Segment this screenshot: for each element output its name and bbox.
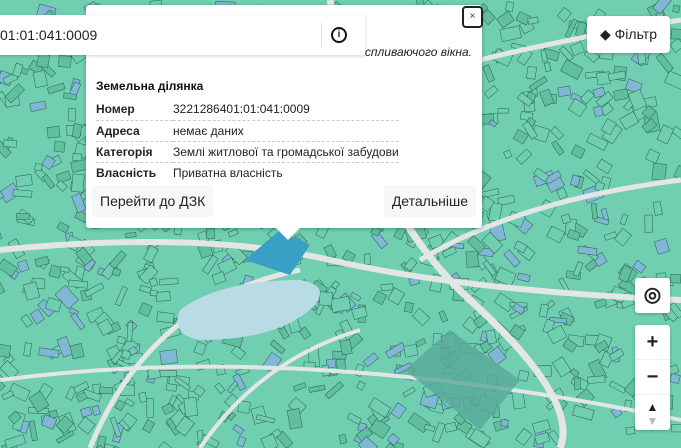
parcel	[15, 174, 33, 188]
row-label: Власність	[96, 165, 157, 180]
parcel	[71, 173, 85, 193]
parcel	[155, 290, 171, 302]
parcel	[318, 291, 334, 307]
filter-button[interactable]: ◆ Фільтр	[587, 16, 670, 53]
parcel	[526, 65, 537, 80]
parcel	[625, 426, 636, 435]
table-row: Адреса немає даних	[96, 120, 399, 142]
parcel	[46, 125, 61, 139]
parcel	[403, 301, 414, 313]
parcel	[138, 391, 148, 403]
parcel	[497, 108, 509, 114]
parcel	[587, 375, 606, 384]
popup-title: Земельна ділянка	[96, 79, 204, 93]
parcel	[126, 321, 134, 343]
parcel	[670, 274, 681, 284]
locate-control: ◎	[635, 278, 670, 313]
parcel	[363, 253, 372, 266]
popup-hint: спливаючого вікна.	[364, 45, 472, 59]
parcel	[644, 214, 653, 233]
row-value: 3221286401:01:041:0009	[173, 99, 399, 121]
parcel	[403, 344, 419, 358]
parcel	[596, 71, 611, 86]
parcel	[573, 377, 581, 390]
info-icon[interactable]: i	[331, 27, 347, 43]
search-bar: i	[0, 15, 365, 55]
filter-label: Фільтр	[614, 26, 657, 42]
table-row: Номер 3221286401:01:041:0009	[96, 99, 399, 121]
parcel	[651, 162, 667, 181]
parcel	[53, 140, 66, 153]
parcel	[12, 189, 33, 198]
parcel	[34, 162, 43, 172]
parcel	[149, 289, 158, 297]
parcel	[380, 283, 394, 292]
details-button[interactable]: Детальніше	[383, 185, 476, 217]
search-input[interactable]	[0, 15, 320, 55]
parcel	[672, 4, 681, 13]
parcel	[591, 203, 598, 220]
parcel	[670, 28, 681, 41]
compass-button[interactable]: ▲ ▼	[635, 395, 670, 430]
parcel-info-table: Номер 3221286401:01:041:0009 Адреса немає …	[96, 99, 399, 183]
parcel	[159, 370, 177, 377]
parcel	[613, 88, 629, 101]
parcel	[156, 311, 175, 324]
parcel	[206, 228, 215, 240]
parcel	[147, 367, 162, 380]
parcel	[183, 396, 199, 417]
parcel	[557, 85, 572, 98]
compass-icon: ▲ ▼	[646, 400, 659, 428]
crosshair-icon: ◎	[643, 284, 662, 306]
row-label: Номер	[96, 99, 173, 121]
parcel	[465, 250, 479, 268]
zoom-out-button[interactable]: −	[635, 360, 670, 395]
parcel	[159, 277, 179, 286]
parcel	[72, 153, 83, 162]
row-label: Категорія	[96, 141, 173, 163]
table-row: Категорія Землі житлової та громадської з…	[96, 141, 399, 163]
parcel	[592, 105, 604, 117]
parcel	[68, 108, 76, 122]
parcel	[36, 53, 51, 69]
divider	[321, 23, 322, 47]
parcel	[3, 139, 17, 148]
locate-button[interactable]: ◎	[635, 278, 670, 313]
parcel	[99, 386, 113, 395]
zoom-in-button[interactable]: +	[635, 325, 670, 360]
close-popup-button[interactable]: ×	[462, 6, 483, 28]
row-value: Приватна власність	[173, 165, 283, 180]
parcel	[58, 55, 72, 68]
parcel	[159, 349, 179, 365]
go-to-dzk-button[interactable]: Перейти до ДЗК	[92, 185, 214, 217]
parcel	[16, 213, 30, 220]
parcel	[0, 343, 12, 358]
table-row: Власність Приватна власність	[96, 162, 399, 183]
row-value: Землі житлової та громадської забудови	[173, 141, 399, 163]
row-value: немає даних	[173, 120, 399, 142]
layers-icon: ◆	[600, 26, 615, 42]
parcel	[500, 418, 509, 427]
zoom-control: + − ▲ ▼	[635, 325, 670, 430]
parcel	[671, 424, 681, 433]
parcel	[146, 398, 154, 418]
parcel	[505, 1, 515, 13]
row-label: Адреса	[96, 120, 173, 142]
